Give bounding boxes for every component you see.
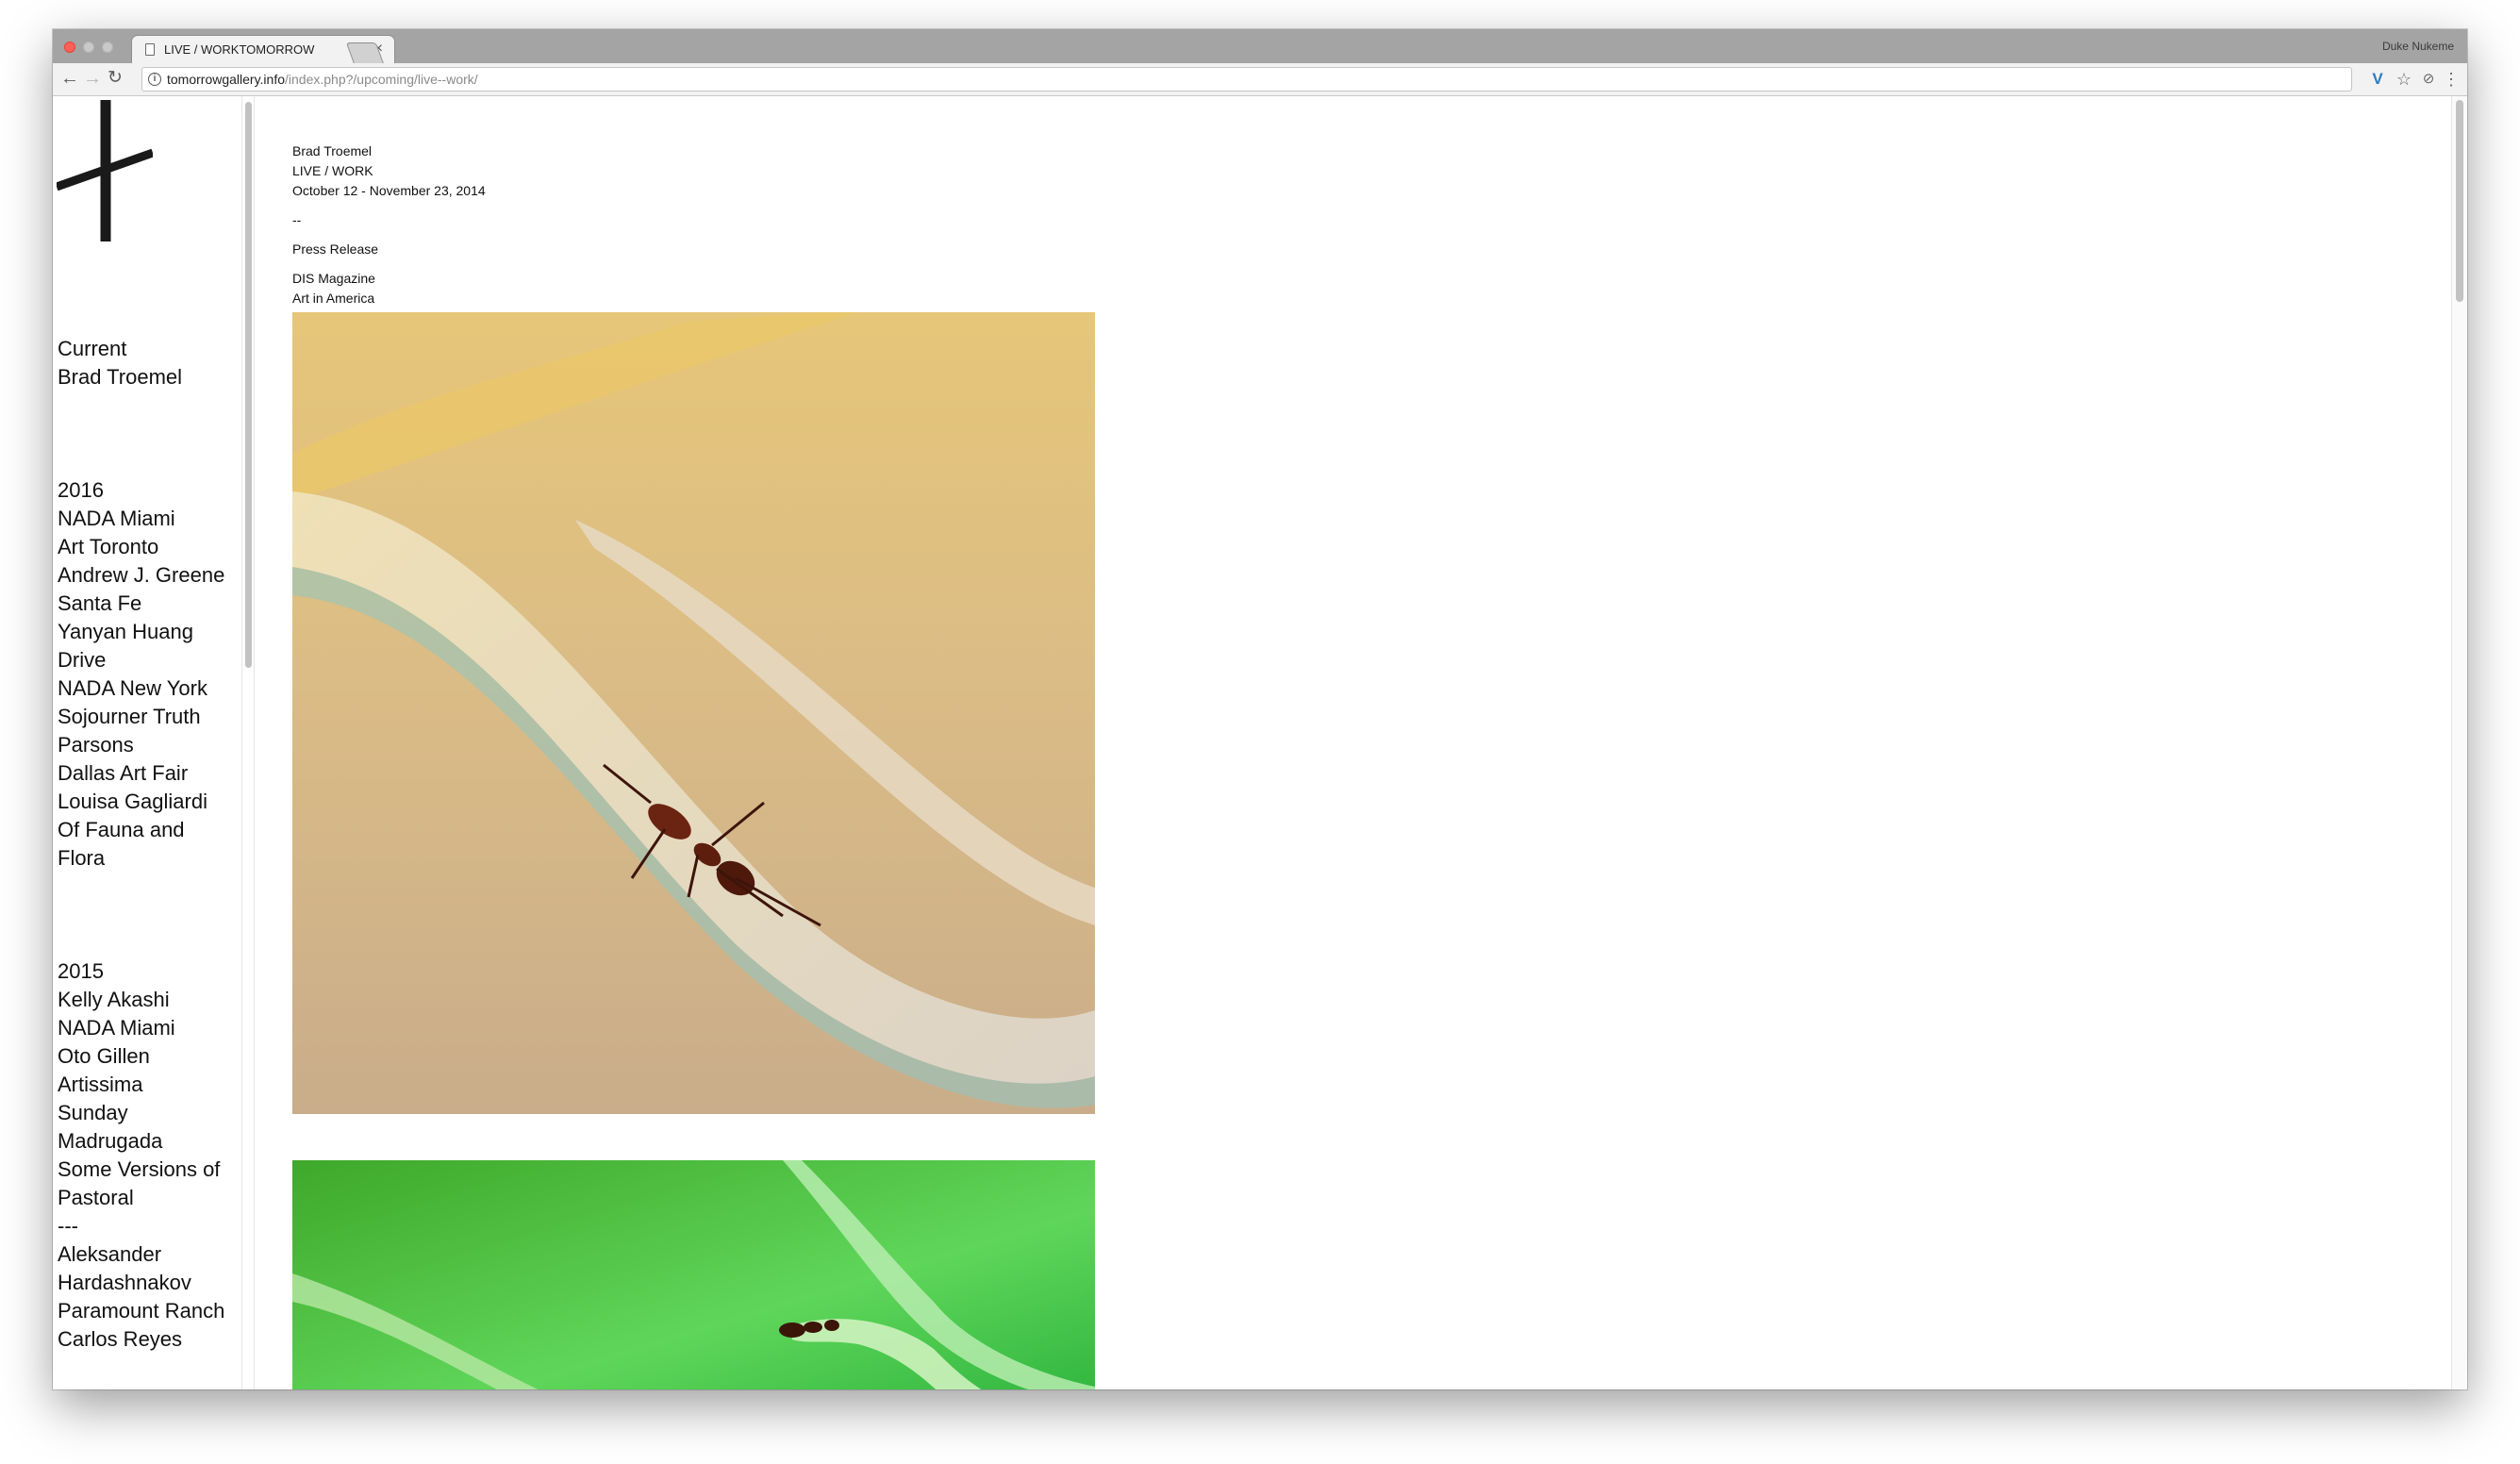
sidebar-item-paramount-ranch[interactable]: Paramount Ranch — [58, 1297, 224, 1325]
window-maximize-button[interactable] — [102, 42, 113, 53]
profile-name[interactable]: Duke Nukeme — [2382, 40, 2454, 53]
url-host: tomorrowgallery.info — [167, 72, 286, 87]
tab-title: LIVE / WORKTOMORROW — [164, 42, 315, 57]
sidebar-item-brad-troemel[interactable]: Brad Troemel — [58, 363, 224, 391]
separator-text: -- — [292, 212, 302, 227]
sidebar-item-separator: --- — [58, 1214, 78, 1238]
extension-v-icon[interactable]: V — [2367, 70, 2388, 91]
sidebar-item-some-versions-of[interactable]: Some Versions of — [58, 1156, 224, 1184]
exhibition-dates: October 12 - November 23, 2014 — [292, 183, 486, 198]
sidebar-item-kelly-akashi[interactable]: Kelly Akashi — [58, 986, 224, 1014]
sidebar-item-madrugada[interactable]: Madrugada — [58, 1127, 224, 1156]
exhibition-info: Brad Troemel LIVE / WORK October 12 - No… — [292, 141, 486, 308]
window-minimize-button[interactable] — [83, 42, 94, 53]
sidebar-item-parsons[interactable]: Parsons — [58, 731, 224, 759]
exhibition-photo-ant-1[interactable] — [292, 312, 1095, 1114]
sidebar-item-oto-gillen[interactable]: Oto Gillen — [58, 1042, 224, 1071]
sidebar-list-current: Brad Troemel — [58, 363, 224, 391]
sidebar-item-of-fauna-and[interactable]: Of Fauna and — [58, 816, 224, 844]
sidebar-list-2016: NADA Miami Art Toronto Andrew J. Greene San… — [58, 505, 224, 873]
browser-toolbar: ← → ↻ i tomorrowgallery.info/index.php?/… — [53, 63, 2467, 96]
sidebar-list-2015: Kelly Akashi NADA Miami Oto Gillen Artissim… — [58, 986, 224, 1354]
sidebar-heading-2016[interactable]: 2016 — [58, 476, 224, 505]
press-link-art-in-america[interactable]: Art in America — [292, 289, 486, 308]
sidebar: Current Brad Troemel 2016 NADA Miami Art … — [53, 96, 241, 1389]
sidebar-item-nada-miami[interactable]: NADA Miami — [58, 505, 224, 533]
extension-icon[interactable]: ⊘ — [2418, 70, 2439, 91]
sidebar-item-sojourner-truth[interactable]: Sojourner Truth — [58, 703, 224, 731]
sidebar-nav: Current Brad Troemel 2016 NADA Miami Art … — [58, 335, 224, 1354]
address-bar[interactable]: i tomorrowgallery.info/index.php?/upcomi… — [141, 67, 2352, 92]
url-path: /index.php?/upcoming/live--work/ — [285, 72, 478, 87]
sidebar-item-andrew-j-greene[interactable]: Andrew J. Greene — [58, 561, 224, 590]
sidebar-item-nada-miami[interactable]: NADA Miami — [58, 1014, 224, 1042]
exhibition-title: LIVE / WORK — [292, 163, 373, 178]
sidebar-heading-2015[interactable]: 2015 — [58, 957, 224, 986]
bookmark-star-icon[interactable]: ☆ — [2394, 70, 2414, 91]
window-close-button[interactable] — [64, 42, 75, 53]
sidebar-item-yanyan-huang[interactable]: Yanyan Huang — [58, 618, 224, 646]
sidebar-item-aleksander[interactable]: Aleksander — [58, 1240, 224, 1269]
sidebar-item-art-toronto[interactable]: Art Toronto — [58, 533, 224, 561]
url-text[interactable]: tomorrowgallery.info/index.php?/upcoming… — [167, 72, 478, 87]
sidebar-item-santa-fe[interactable]: Santa Fe — [58, 590, 224, 618]
sidebar-item-drive[interactable]: Drive — [58, 646, 224, 674]
page-scroll-thumb[interactable] — [2456, 100, 2463, 302]
sidebar-item-hardashnakov[interactable]: Hardashnakov — [58, 1269, 224, 1297]
sidebar-item-pastoral[interactable]: Pastoral — [58, 1184, 224, 1212]
gallery-logo-icon[interactable] — [57, 100, 153, 243]
site-info-icon[interactable]: i — [148, 73, 161, 86]
page-scrollbar[interactable] — [2451, 96, 2467, 1389]
tab-strip: LIVE / WORKTOMORROW × Duke Nukeme — [53, 29, 2467, 63]
forward-arrow-icon[interactable]: → — [81, 68, 104, 91]
sidebar-heading-current[interactable]: Current — [58, 335, 224, 363]
reload-icon[interactable]: ↻ — [104, 68, 126, 91]
sidebar-item-flora[interactable]: Flora — [58, 844, 224, 873]
sidebar-scroll-thumb[interactable] — [245, 102, 252, 668]
press-release-link[interactable]: Press Release — [292, 240, 486, 259]
exhibition-photo-ant-2[interactable] — [292, 1160, 1095, 1389]
artist-name: Brad Troemel — [292, 143, 373, 158]
sidebar-scrollbar[interactable] — [241, 96, 255, 1389]
page-viewport: Current Brad Troemel 2016 NADA Miami Art … — [53, 96, 2467, 1389]
browser-menu-icon[interactable]: ⋮ — [2441, 70, 2462, 91]
back-arrow-icon[interactable]: ← — [58, 68, 81, 91]
sidebar-item-louisa-gagliardi[interactable]: Louisa Gagliardi — [58, 788, 224, 816]
page-icon — [145, 43, 155, 56]
sidebar-item-nada-new-york[interactable]: NADA New York — [58, 674, 224, 703]
sidebar-item-carlos-reyes[interactable]: Carlos Reyes — [58, 1325, 224, 1354]
main-content: Brad Troemel LIVE / WORK October 12 - No… — [292, 96, 2467, 1389]
sidebar-item-artissima[interactable]: Artissima — [58, 1071, 224, 1099]
sidebar-item-sunday[interactable]: Sunday — [58, 1099, 224, 1127]
press-link-dis-magazine[interactable]: DIS Magazine — [292, 269, 486, 289]
sidebar-item-dallas-art-fair[interactable]: Dallas Art Fair — [58, 759, 224, 788]
browser-window: LIVE / WORKTOMORROW × Duke Nukeme ← → ↻ … — [53, 29, 2467, 1389]
